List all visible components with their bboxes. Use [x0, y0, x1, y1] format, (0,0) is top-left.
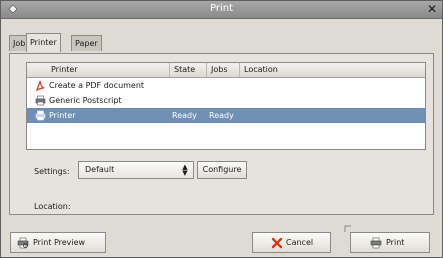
- cancel-icon: [271, 237, 283, 249]
- column-header-location[interactable]: Location: [240, 63, 425, 77]
- print-preview-icon: [17, 237, 29, 249]
- printer-list-header: Printer State Jobs Location: [27, 63, 425, 78]
- up-down-arrows-icon: ▲ ▼: [182, 163, 188, 177]
- location-label: Location:: [34, 202, 71, 211]
- printer-name: Create a PDF document: [49, 81, 145, 90]
- printer-jobs: Ready: [209, 111, 234, 120]
- printer-icon: [35, 110, 46, 121]
- column-header-jobs[interactable]: Jobs: [207, 63, 240, 77]
- cancel-label: Cancel: [286, 238, 314, 247]
- configure-button[interactable]: Configure: [197, 161, 247, 179]
- print-dialog: Print ✕ Job Printer Paper Printer State …: [0, 0, 443, 258]
- printer-name: Printer: [49, 111, 76, 120]
- close-button[interactable]: ✕: [425, 2, 439, 16]
- title-bar[interactable]: Print ✕: [1, 1, 442, 19]
- printer-list[interactable]: Printer State Jobs Location Create a PDF…: [26, 62, 426, 150]
- pdf-document-icon: [36, 80, 45, 91]
- tab-printer[interactable]: Printer: [26, 33, 61, 52]
- tab-paper[interactable]: Paper: [71, 35, 102, 51]
- printer-icon: [35, 95, 46, 106]
- print-preview-button[interactable]: Print Preview: [10, 232, 106, 253]
- printer-state: Ready: [172, 111, 197, 120]
- settings-dropdown-value: Default: [85, 165, 115, 174]
- print-label: Print: [386, 238, 405, 247]
- printer-row[interactable]: Generic Postscript: [27, 93, 425, 108]
- cancel-button[interactable]: Cancel: [252, 232, 331, 253]
- print-button[interactable]: Print: [350, 232, 430, 253]
- print-preview-label: Print Preview: [33, 238, 86, 247]
- printer-name: Generic Postscript: [49, 96, 122, 105]
- column-header-state[interactable]: State: [170, 63, 207, 77]
- printer-tab-panel: Printer State Jobs Location Create a PDF…: [9, 53, 434, 215]
- column-header-printer[interactable]: Printer: [27, 63, 170, 77]
- printer-row-selected[interactable]: Printer Ready Ready: [27, 108, 425, 123]
- printer-icon: [370, 237, 382, 249]
- settings-dropdown[interactable]: Default ▲ ▼: [78, 161, 194, 179]
- settings-label: Settings:: [34, 167, 70, 176]
- printer-row[interactable]: Create a PDF document: [27, 78, 425, 93]
- window-title: Print: [209, 3, 233, 14]
